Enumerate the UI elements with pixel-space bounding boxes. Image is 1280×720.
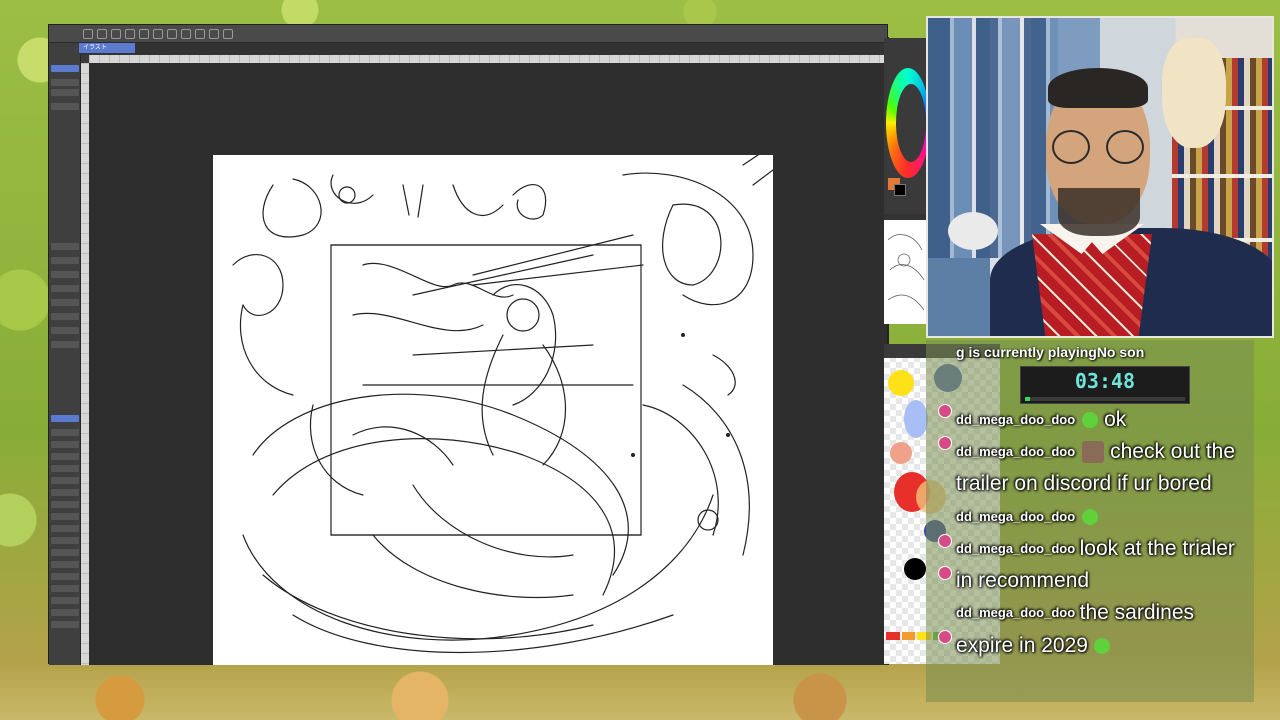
green-blob-emote-icon [1081,412,1098,428]
document-tab-strip: イラスト [79,43,889,55]
paint-swatch-black[interactable] [904,558,926,580]
navigator-preview[interactable] [884,214,926,324]
paint-swatch-yellow[interactable] [888,370,914,396]
chat-username[interactable]: dd_mega_doo_doo [956,444,1075,459]
tool-property-slider[interactable] [51,327,79,334]
horizontal-ruler [89,55,889,63]
sub-tool-item[interactable] [51,621,79,628]
tool-property-slider[interactable] [51,341,79,348]
tool-palette [49,43,81,665]
sub-color-swatch[interactable] [894,184,906,196]
sub-tool-item[interactable] [51,501,79,508]
document-tab[interactable]: イラスト [79,43,135,53]
color-set-orange[interactable] [901,632,915,640]
glasses-left-lens [1052,130,1090,164]
color-wheel-panel [884,38,930,214]
chat-message: dd_mega_doo_doo [956,501,1254,533]
face-emote-icon [1081,441,1104,464]
tool-property-slider[interactable] [51,313,79,320]
tool-item-selected[interactable] [51,65,79,72]
green-blob-emote-icon [1081,508,1098,525]
user-badge [938,404,952,418]
tool-item[interactable] [51,79,79,86]
sub-tool-item[interactable] [51,453,79,460]
sub-tool-item[interactable] [51,549,79,556]
undo-icon[interactable] [125,28,135,39]
settings-icon[interactable] [153,28,163,39]
vertical-ruler [81,63,89,665]
teddy-bear [1162,38,1226,148]
stream-timer: 03:48 [1020,366,1190,404]
tool-item[interactable] [51,89,79,96]
chat-username[interactable]: dd_mega_doo_doo [956,541,1075,556]
timer-progress-fill [1025,397,1030,401]
chat-message: dd_mega_doo_doo look at the trialer in r… [956,533,1254,597]
tool-property-slider[interactable] [51,271,79,278]
transform-icon[interactable] [181,28,191,39]
sub-tool-item[interactable] [51,537,79,544]
chat-message: dd_mega_doo_doo ok [956,404,1254,436]
open-file-icon[interactable] [97,28,107,39]
streamer-hair [1048,68,1148,108]
sub-tool-item[interactable] [51,573,79,580]
redo-icon[interactable] [139,28,149,39]
paint-swatch-peach[interactable] [890,442,912,464]
sub-tool-item[interactable] [51,489,79,496]
user-badge [938,436,952,450]
timer-readout: 03:48 [1074,369,1136,393]
user-badge [938,566,952,580]
command-bar [49,25,887,43]
plaid-shirt [1032,234,1152,336]
chat-message-list: dd_mega_doo_doo ok dd_mega_doo_doo check… [956,404,1254,662]
canvas-workspace[interactable] [89,63,889,665]
tool-item[interactable] [51,103,79,110]
paint-swatch-lavender[interactable] [904,400,928,438]
chat-message: dd_mega_doo_doo check out the trailer on… [956,436,1254,500]
tool-property-slider[interactable] [51,299,79,306]
user-badge [938,534,952,548]
user-badge [938,630,952,644]
chat-username[interactable]: dd_mega_doo_doo [956,605,1075,620]
sub-tool-item[interactable] [51,597,79,604]
tool-property-slider[interactable] [51,285,79,292]
sub-tool-item[interactable] [51,441,79,448]
now-playing-ticker: g is currently playingNo son [956,344,1145,360]
sub-tool-item[interactable] [51,585,79,592]
sub-tool-item[interactable] [51,609,79,616]
chat-message: dd_mega_doo_doo the sardines expire in 2… [956,597,1254,661]
select-icon[interactable] [195,28,205,39]
timer-progress-bar [1025,397,1185,401]
shelf [1172,174,1272,178]
webcam-feed [926,16,1274,338]
green-blob-emote-icon [1094,637,1111,654]
streamer-beard [1058,188,1140,236]
sub-tool-item[interactable] [51,513,79,520]
new-file-icon[interactable] [83,28,93,39]
sub-tool-item[interactable] [51,477,79,484]
sub-tool-item[interactable] [51,465,79,472]
save-icon[interactable] [111,28,121,39]
sub-tool-item[interactable] [51,525,79,532]
color-wheel[interactable] [886,68,930,178]
glasses-right-lens [1106,130,1144,164]
navigator-thumbnail [887,234,925,311]
chat-text: ok [1104,408,1127,431]
pig-figurine [948,212,998,250]
sketch-drawing [232,144,774,654]
tool-property-slider[interactable] [51,257,79,264]
color-set-red[interactable] [886,632,900,640]
tool-property-slider[interactable] [51,243,79,250]
sub-tool-selected[interactable] [51,415,79,422]
ruler-icon[interactable] [209,28,219,39]
chat-username[interactable]: dd_mega_doo_doo [956,509,1075,524]
sub-tool-item[interactable] [51,561,79,568]
drawing-canvas[interactable] [213,144,774,665]
color-wheel-center [896,84,926,162]
clip-studio-window: イラスト [48,24,889,665]
sub-tool-item[interactable] [51,429,79,436]
snap-icon[interactable] [223,28,233,39]
fill-icon[interactable] [167,28,177,39]
chat-username[interactable]: dd_mega_doo_doo [956,412,1075,427]
